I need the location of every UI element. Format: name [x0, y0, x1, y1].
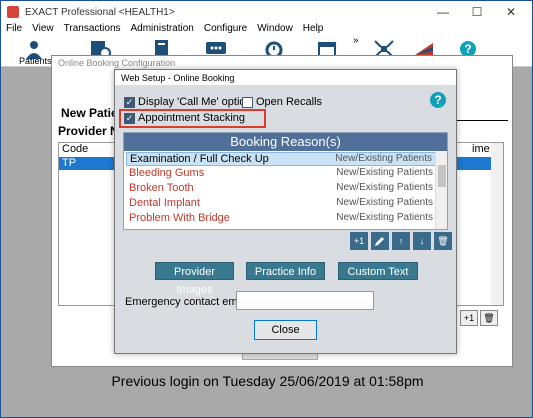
- minimize-button[interactable]: —: [426, 1, 460, 23]
- edit-reason-button[interactable]: [371, 232, 389, 250]
- menu-administration[interactable]: Administration: [126, 23, 199, 37]
- move-up-button[interactable]: ↑: [392, 232, 410, 250]
- menu-help[interactable]: Help: [298, 23, 329, 37]
- display-call-me-label: Display 'Call Me' option: [138, 96, 252, 108]
- reason-row[interactable]: Bleeding Gums New/Existing Patients: [126, 167, 436, 181]
- close-window-button[interactable]: ✕: [494, 1, 528, 23]
- open-recalls-label: Open Recalls: [256, 96, 323, 108]
- title-bar: EXACT Professional <HEALTH1> — ☐ ✕: [1, 1, 532, 23]
- app-window: EXACT Professional <HEALTH1> — ☐ ✕ File …: [0, 0, 533, 418]
- web-setup-dialog: Web Setup - Online Booking ✓ Display 'Ca…: [114, 69, 457, 354]
- appointment-stacking-checkbox[interactable]: ✓ Appointment Stacking: [124, 112, 245, 124]
- edit-icon: [375, 237, 384, 246]
- menu-file[interactable]: File: [1, 23, 27, 37]
- open-recalls-checkbox[interactable]: Open Recalls: [242, 96, 322, 108]
- emergency-email-input[interactable]: [236, 291, 374, 310]
- reason-row[interactable]: Broken Tooth New/Existing Patients: [126, 182, 436, 196]
- arrow-down-icon: ↓: [419, 236, 425, 246]
- appointment-stacking-label: Appointment Stacking: [138, 112, 246, 124]
- provider-images-button[interactable]: Provider Images: [155, 262, 234, 296]
- booking-reasons-header: Booking Reason(s): [124, 133, 447, 151]
- svg-text:?: ?: [464, 42, 471, 56]
- close-button[interactable]: Close: [254, 320, 317, 340]
- booking-reasons-panel: Booking Reason(s) Examination / Full Che…: [123, 132, 448, 230]
- reason-row[interactable]: Dental Implant New/Existing Patients: [126, 197, 436, 211]
- menu-bar: File View Transactions Administration Co…: [1, 23, 532, 37]
- reason-name: Bleeding Gums: [129, 167, 205, 179]
- empty-checkbox-icon: [242, 96, 253, 108]
- dialog-body: ✓ Display 'Call Me' option Open Recalls …: [115, 86, 456, 353]
- reason-name: Examination / Full Check Up: [130, 153, 269, 165]
- checkmark-icon: ✓: [124, 112, 135, 124]
- app-title: EXACT Professional <HEALTH1>: [25, 6, 175, 18]
- trash-icon: 🗑: [483, 313, 495, 323]
- move-down-button[interactable]: ↓: [413, 232, 431, 250]
- menu-configure[interactable]: Configure: [199, 23, 252, 37]
- window-controls: — ☐ ✕: [426, 1, 528, 23]
- dialog-title: Web Setup - Online Booking: [115, 70, 456, 86]
- menu-window[interactable]: Window: [252, 23, 298, 37]
- arrow-up-icon: ↑: [398, 236, 404, 246]
- reason-row[interactable]: Examination / Full Check Up New/Existing…: [126, 152, 436, 166]
- reason-type: New/Existing Patients: [335, 153, 432, 164]
- provider-list-scrollbar[interactable]: [491, 143, 503, 305]
- reason-type: New/Existing Patients: [336, 167, 433, 178]
- column-time: ime: [472, 143, 490, 155]
- trash-icon: 🗑: [437, 236, 449, 246]
- reason-name: Problem With Bridge: [129, 212, 230, 224]
- help-icon[interactable]: ?: [430, 92, 446, 108]
- new-patient-heading: New Patie: [61, 106, 118, 120]
- reason-row[interactable]: Problem With Bridge New/Existing Patient…: [126, 212, 436, 226]
- login-message: Previous login on Tuesday 25/06/2019 at …: [111, 373, 424, 389]
- custom-text-button[interactable]: Custom Text: [338, 262, 418, 280]
- emergency-email-label: Emergency contact email: [125, 296, 249, 308]
- reason-type: New/Existing Patients: [336, 182, 433, 193]
- scrollbar-thumb[interactable]: [438, 165, 446, 187]
- toolbar-overflow-icon[interactable]: »: [353, 35, 359, 46]
- add-reason-button[interactable]: +1: [350, 232, 368, 250]
- reason-name: Broken Tooth: [129, 182, 194, 194]
- delete-provider-button[interactable]: 🗑: [480, 310, 498, 326]
- add-provider-button[interactable]: +1: [460, 310, 478, 326]
- checkmark-icon: ✓: [124, 96, 135, 108]
- menu-transactions[interactable]: Transactions: [59, 23, 126, 37]
- app-icon: [7, 6, 19, 18]
- menu-view[interactable]: View: [27, 23, 59, 37]
- reason-type: New/Existing Patients: [336, 212, 433, 223]
- practice-info-button[interactable]: Practice Info: [246, 262, 325, 280]
- reason-name: Dental Implant: [129, 197, 200, 209]
- reasons-scrollbar[interactable]: [435, 151, 447, 229]
- display-call-me-checkbox[interactable]: ✓ Display 'Call Me' option: [124, 96, 252, 108]
- maximize-button[interactable]: ☐: [460, 1, 494, 23]
- delete-reason-button[interactable]: 🗑: [434, 232, 452, 250]
- reason-type: New/Existing Patients: [336, 197, 433, 208]
- patients-label[interactable]: Patients: [19, 56, 52, 66]
